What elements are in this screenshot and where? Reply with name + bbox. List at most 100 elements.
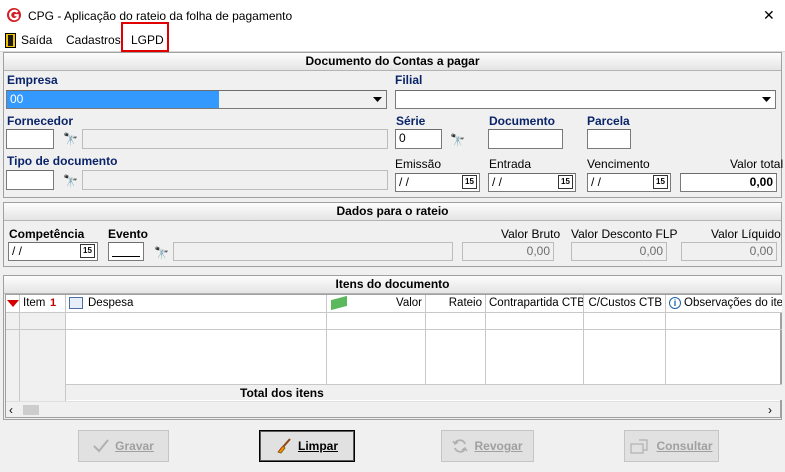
contrapartida-column <box>486 313 584 384</box>
horizontal-scrollbar[interactable]: ‹ › <box>6 401 780 417</box>
chevron-down-icon[interactable] <box>369 92 385 107</box>
empresa-select[interactable]: 00 <box>6 90 387 109</box>
filial-select[interactable] <box>395 90 776 109</box>
column-despesa-label: Despesa <box>88 297 134 309</box>
competencia-date-input[interactable]: / / 15 <box>8 242 98 261</box>
parcela-input[interactable] <box>587 129 631 149</box>
vencimento-value: / / <box>591 175 602 189</box>
gravar-label: Gravar <box>115 439 154 453</box>
documento-number-label: Documento <box>489 114 555 128</box>
valor-column <box>327 313 426 384</box>
menu-cadastros[interactable]: Cadastros <box>66 33 121 47</box>
app-logo-icon <box>6 7 22 23</box>
vencimento-label: Vencimento <box>587 157 650 171</box>
evento-code-input[interactable] <box>108 242 144 261</box>
valor-bruto-value: 0,00 <box>526 244 550 258</box>
chevron-down-icon[interactable] <box>758 92 774 107</box>
entrada-date-input[interactable]: / / 15 <box>488 173 576 192</box>
competencia-label: Competência <box>9 227 85 241</box>
limpar-button[interactable]: Limpar <box>259 430 355 462</box>
menu-saida[interactable]: Saída <box>21 33 52 47</box>
column-ccustos-label: C/Custos CTB <box>588 297 663 309</box>
vencimento-date-input[interactable]: / / 15 <box>587 173 671 192</box>
revogar-label: Revogar <box>474 439 523 453</box>
valor-desconto-field: 0,00 <box>571 242 667 261</box>
tipo-documento-label: Tipo de documento <box>7 154 118 168</box>
scroll-right-icon[interactable]: › <box>768 403 772 417</box>
itens-grid[interactable]: Item 1 Despesa Valor Rateio Contrapartid… <box>5 294 782 418</box>
scrollbar-thumb[interactable] <box>23 405 39 415</box>
emissao-date-input[interactable]: / / 15 <box>395 173 480 192</box>
serie-input[interactable]: 0 <box>395 129 442 149</box>
itens-heading: Itens do documento <box>4 276 781 294</box>
valor-total-field: 0,00 <box>680 173 777 192</box>
documento-heading: Documento do Contas a pagar <box>4 53 781 71</box>
evento-name-field <box>173 242 453 261</box>
emissao-label: Emissão <box>395 157 442 171</box>
valor-liquido-value: 0,00 <box>749 244 773 258</box>
consultar-button[interactable]: Consultar <box>624 430 719 462</box>
title-bar: CPG - Aplicação do rateio da folha de pa… <box>0 0 785 30</box>
column-header-ccustos[interactable]: C/Custos CTB <box>584 295 666 313</box>
window-title: CPG - Aplicação do rateio da folha de pa… <box>28 9 293 23</box>
scroll-left-icon[interactable]: ‹ <box>9 403 13 417</box>
empresa-value: 00 <box>10 92 24 106</box>
despesa-icon <box>69 297 83 309</box>
column-rateio-label: Rateio <box>448 297 482 309</box>
column-header-rateio[interactable]: Rateio <box>426 295 486 313</box>
calendar-icon[interactable]: 15 <box>80 244 95 258</box>
calendar-icon[interactable]: 15 <box>462 175 477 189</box>
serie-value: 0 <box>399 131 406 145</box>
column-header-contrapartida[interactable]: Contrapartida CTB <box>486 295 584 313</box>
valor-desconto-label: Valor Desconto FLP <box>571 227 678 241</box>
valor-total-value: 0,00 <box>749 175 773 189</box>
column-item-label: Item <box>23 297 46 309</box>
menu-bar: Saída Cadastros LGPD <box>0 22 785 52</box>
evento-label: Evento <box>108 227 149 241</box>
entrada-value: / / <box>492 175 503 189</box>
valor-liquido-label: Valor Líquido <box>711 227 781 241</box>
despesa-column <box>66 313 327 384</box>
column-header-valor[interactable]: Valor <box>327 295 426 313</box>
tipo-documento-name-field <box>82 170 388 190</box>
column-contrapartida-label: Contrapartida CTB <box>489 297 584 309</box>
parcela-label: Parcela <box>587 114 630 128</box>
consultar-label: Consultar <box>656 439 713 453</box>
close-icon[interactable]: ✕ <box>763 7 775 24</box>
competencia-value: / / <box>12 244 23 258</box>
calendar-icon[interactable]: 15 <box>558 175 573 189</box>
fornecedor-code-input[interactable] <box>6 129 54 149</box>
column-header-item[interactable]: Item 1 <box>20 295 66 313</box>
empresa-label: Empresa <box>7 73 58 87</box>
valor-bruto-label: Valor Bruto <box>501 227 561 241</box>
sort-ascending-icon: 1 <box>50 297 57 309</box>
gravar-button[interactable]: Gravar <box>78 430 169 462</box>
limpar-label: Limpar <box>297 439 338 453</box>
filial-label: Filial <box>395 73 423 87</box>
valor-total-label: Valor total <box>730 157 784 171</box>
revogar-button[interactable]: Revogar <box>441 430 534 462</box>
column-header-despesa[interactable]: Despesa <box>66 295 327 313</box>
column-observacoes-label: Observações do iter <box>684 297 782 309</box>
rateio-column <box>426 313 486 384</box>
binoculars-icon[interactable]: 🔭 <box>63 174 78 188</box>
total-itens-label: Total dos itens <box>240 386 324 400</box>
menu-lgpd[interactable]: LGPD <box>131 33 164 47</box>
rateio-heading: Dados para o rateio <box>4 203 781 221</box>
emissao-value: / / <box>399 175 410 189</box>
total-row: Total dos itens <box>66 384 782 400</box>
valor-bruto-field: 0,00 <box>462 242 554 261</box>
calendar-icon[interactable]: 15 <box>653 175 668 189</box>
consultar-icon <box>630 439 649 454</box>
documento-number-input[interactable] <box>488 129 563 149</box>
binoculars-icon[interactable]: 🔭 <box>63 132 78 146</box>
binoculars-icon[interactable]: 🔭 <box>154 246 169 260</box>
valor-desconto-value: 0,00 <box>639 244 663 258</box>
serie-label: Série <box>396 114 426 128</box>
ccustos-column <box>584 313 666 384</box>
column-header-observacoes[interactable]: i Observações do iter <box>666 295 782 313</box>
binoculars-icon[interactable]: 🔭 <box>450 133 465 147</box>
valor-liquido-field: 0,00 <box>681 242 777 261</box>
column-valor-label: Valor <box>396 297 422 309</box>
tipo-documento-code-input[interactable] <box>6 170 54 190</box>
